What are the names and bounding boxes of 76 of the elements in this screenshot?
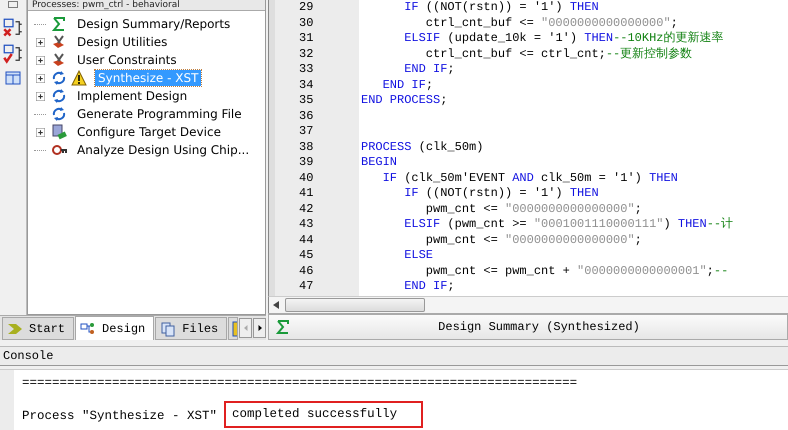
line-number: 35 <box>298 93 314 108</box>
process-item[interactable]: Design Utilities <box>74 34 170 50</box>
line-number: 29 <box>298 0 314 16</box>
editor-tab[interactable]: Design Summary (Synthesized) <box>268 314 788 340</box>
line-number: 43 <box>298 217 314 232</box>
plus-icon[interactable] <box>36 74 44 82</box>
code-line: END IF; <box>403 62 455 78</box>
line-number: 40 <box>298 170 314 186</box>
panel-title: Processes: pwm_ctrl - behavioral <box>28 0 265 11</box>
process-item[interactable]: Configure Target Device <box>74 124 224 140</box>
line-number: 46 <box>298 264 314 279</box>
line-number: 34 <box>298 78 314 93</box>
code-line: ELSE <box>403 248 434 264</box>
line-number: 45 <box>298 248 314 264</box>
line-number: 47 <box>298 279 314 294</box>
console-text: ========================================================================== <box>22 375 578 392</box>
line-number: 31 <box>298 31 314 46</box>
code-line: ELSIF (pwm_cnt >= "0001001110000111") THEN--计 <box>403 217 734 232</box>
code-line: ELSIF (update_10k = '1') THEN--10KHz的更新速率 <box>403 31 724 46</box>
panel-tab[interactable]: Files <box>155 317 228 340</box>
plus-icon[interactable] <box>36 56 44 64</box>
code-line: END IF; <box>382 78 434 93</box>
line-number: 41 <box>298 186 314 202</box>
process-item[interactable]: Design Summary/Reports <box>74 16 234 32</box>
process-item[interactable]: Implement Design <box>74 88 190 104</box>
plus-icon[interactable] <box>36 38 44 46</box>
hierarchy-icon <box>80 320 96 336</box>
line-number: 42 <box>298 202 314 217</box>
files-icon <box>160 320 176 336</box>
code-line: BEGIN <box>361 155 398 170</box>
line-number: 32 <box>298 46 314 62</box>
highlighted-text: completed successfully <box>224 401 424 428</box>
console-gutter <box>0 370 14 430</box>
line-number: 37 <box>298 124 314 140</box>
line-number: 39 <box>298 155 314 170</box>
left-arrow-icon <box>242 324 250 332</box>
right-arrow-icon <box>256 324 264 332</box>
remove-tool-icon <box>3 18 23 38</box>
probe-icon <box>51 142 67 158</box>
process-item[interactable]: User Constraints <box>74 52 180 68</box>
code-line: END PROCESS; <box>361 93 448 108</box>
check-tool-icon <box>3 44 23 64</box>
device-icon <box>51 124 67 140</box>
panel-tab[interactable] <box>228 317 238 340</box>
code-line: pwm_cnt <= "0000000000000000"; <box>424 232 642 248</box>
sigma-icon <box>51 16 67 32</box>
process-item[interactable]: Generate Programming File <box>74 106 245 122</box>
line-number: 30 <box>298 16 314 31</box>
panel-layout-icon <box>5 70 21 86</box>
console-text: Process "Synthesize - XST" <box>22 408 218 425</box>
line-number: 44 <box>298 232 314 248</box>
line-number: 33 <box>298 62 314 78</box>
code-line: PROCESS (clk_50m) <box>361 140 484 155</box>
code-line: IF (clk_50m'EVENT AND clk_50m = '1') THEN <box>382 170 678 186</box>
sigma-icon <box>275 319 291 335</box>
refresh-arrows-icon <box>51 106 67 122</box>
refresh-arrows-icon <box>51 70 67 86</box>
code-line: pwm_cnt <= pwm_cnt + "0000000000000001";-- <box>424 264 728 279</box>
line-number: 38 <box>298 140 314 155</box>
code-line: ctrl_cnt_buf <= "0000000000000000"; <box>424 16 678 31</box>
process-item[interactable]: Analyze Design Using Chip... <box>74 142 252 158</box>
code-line: pwm_cnt <= "0000000000000000"; <box>424 202 642 217</box>
line-number: 36 <box>298 108 314 124</box>
horizontal-scrollbar[interactable] <box>268 296 788 313</box>
code-line: END IF; <box>403 279 455 294</box>
plus-icon[interactable] <box>36 128 44 136</box>
code-line: ctrl_cnt_buf <= ctrl_cnt;--更新控制参数 <box>424 46 692 62</box>
scroll-right-button[interactable] <box>253 318 266 338</box>
panel-tab[interactable]: Start <box>2 317 74 340</box>
code-line: IF ((NOT(rstn)) = '1') THEN <box>403 186 599 202</box>
console-title: Console <box>0 346 788 366</box>
code-line: IF ((NOT(rstn)) = '1') THEN <box>403 0 599 16</box>
plus-icon[interactable] <box>36 92 44 100</box>
scroll-left-icon[interactable] <box>273 301 279 309</box>
panel-tab[interactable]: Design <box>75 316 154 340</box>
refresh-arrows-icon <box>51 88 67 104</box>
